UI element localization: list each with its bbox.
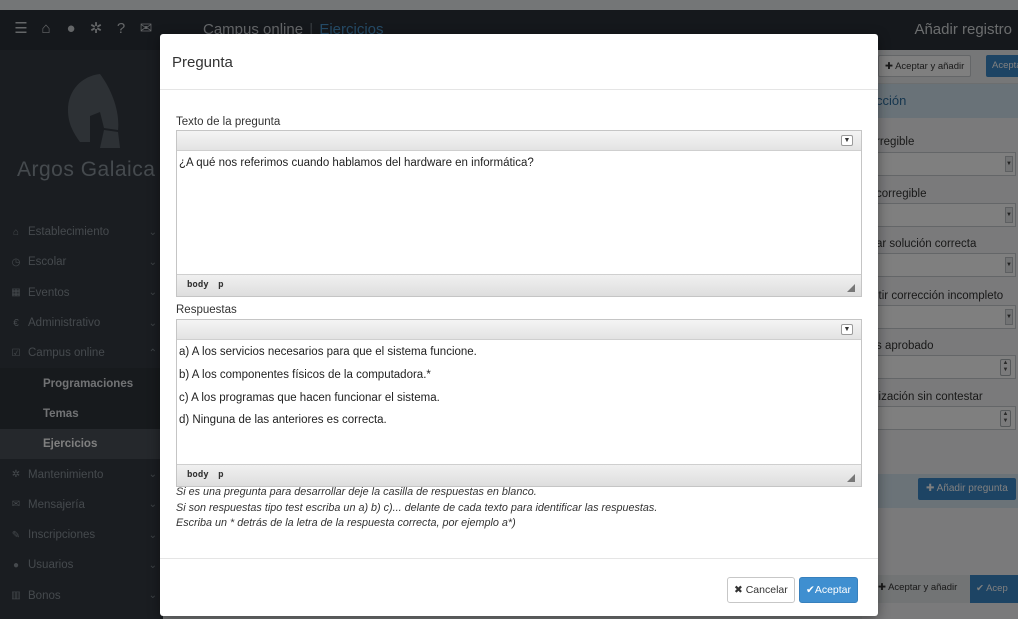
resize-grip-icon[interactable] (847, 474, 855, 482)
dialog-footer: ✖ Cancelar ✔Aceptar (160, 558, 878, 616)
question-editor[interactable]: ▼ ¿A qué nos referimos cuando hablamos d… (176, 130, 862, 297)
answers-editor[interactable]: ▼ a) A los servicios necesarios para que… (176, 319, 862, 487)
toolbar-toggle-icon[interactable]: ▼ (841, 324, 853, 335)
help-text: Si es una pregunta para desarrollar deje… (176, 485, 657, 532)
dialog-title: Pregunta (172, 54, 233, 71)
element-path: body p (187, 280, 224, 290)
element-path: body p (187, 470, 224, 480)
answers-text-area[interactable]: a) A los servicios necesarios para que e… (177, 341, 861, 435)
cancel-button[interactable]: ✖ Cancelar (727, 577, 795, 603)
help-line: Si es una pregunta para desarrollar deje… (176, 486, 537, 498)
question-dialog: Pregunta Texto de la pregunta ▼ ¿A qué n… (160, 34, 878, 616)
answer-line: a) A los servicios necesarios para que e… (179, 346, 477, 358)
question-label: Texto de la pregunta (176, 116, 281, 128)
editor-toolbar: ▼ (177, 131, 861, 151)
answers-label: Respuestas (176, 304, 237, 316)
answer-line: b) A los componentes físicos de la compu… (179, 368, 431, 381)
accept-button[interactable]: ✔Aceptar (799, 577, 858, 603)
toolbar-toggle-icon[interactable]: ▼ (841, 135, 853, 146)
help-line: Si son respuestas tipo test escriba un a… (176, 501, 658, 514)
dialog-header: Pregunta (160, 34, 878, 90)
question-text-area[interactable]: ¿A qué nos referimos cuando hablamos del… (177, 152, 861, 174)
answer-line: c) A los programas que hacen funcionar e… (179, 391, 440, 404)
editor-statusbar: body p (177, 274, 861, 296)
resize-grip-icon[interactable] (847, 284, 855, 292)
editor-toolbar: ▼ (177, 320, 861, 340)
answer-line: d) Ninguna de las anteriores es correcta… (179, 414, 387, 427)
help-line: Escriba un * detrás de la letra de la re… (176, 517, 516, 529)
editor-statusbar: body p (177, 464, 861, 486)
question-text: ¿A qué nos referimos cuando hablamos del… (179, 157, 534, 169)
close-icon: ✖ (734, 584, 746, 596)
check-icon: ✔ (806, 584, 815, 596)
